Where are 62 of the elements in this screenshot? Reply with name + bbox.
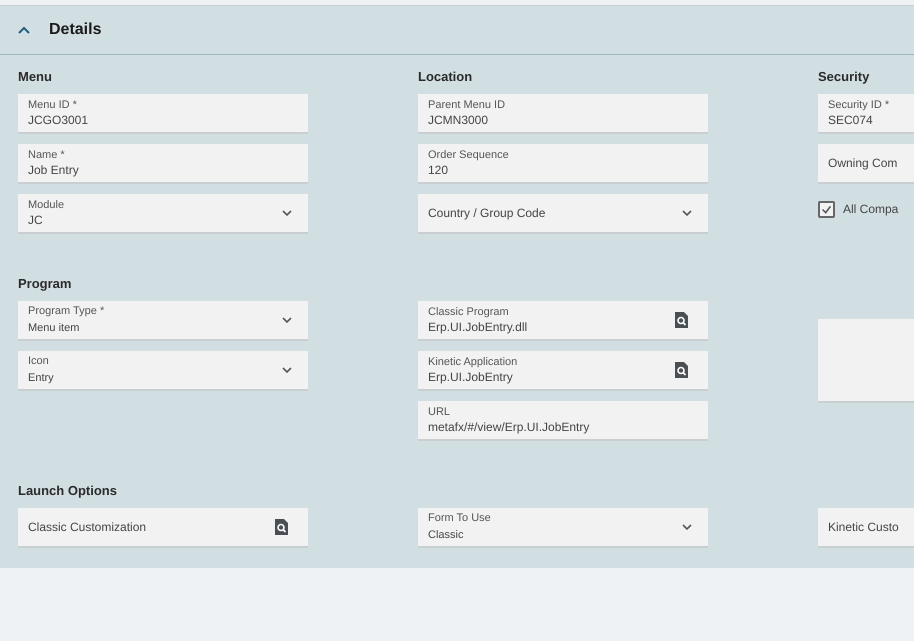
section-heading: Security (818, 68, 870, 84)
field-value: JC (28, 212, 44, 228)
text-field[interactable]: Order Sequence 120 (418, 144, 708, 184)
section-heading: Menu (18, 68, 52, 84)
field-label: Security ID * (828, 98, 890, 112)
field-label: Program Type * (28, 304, 106, 318)
dropdown-field[interactable]: Module JC (18, 194, 308, 234)
lookup-field[interactable]: Classic Customization (18, 508, 308, 548)
field-label: Kinetic Application (428, 354, 518, 368)
field-value: 120 (428, 162, 450, 178)
field-label: Icon (28, 354, 50, 368)
text-field[interactable]: Name * Job Entry (18, 144, 308, 184)
field-value: Erp.UI.JobEntry.dll (428, 318, 528, 336)
text-field[interactable]: Owning Com (818, 144, 914, 184)
document-search-icon (274, 519, 288, 535)
chevron-down-icon (682, 524, 692, 530)
section-heading: Location (418, 68, 472, 84)
dropdown-field[interactable]: Program Type * Menu item (18, 301, 308, 341)
text-field[interactable]: Security ID * SEC074 (818, 94, 914, 134)
field-value: Entry (28, 370, 55, 386)
chevron-down-icon (282, 367, 292, 373)
section-heading: Program (18, 276, 72, 290)
field-label: Parent Menu ID (428, 98, 506, 112)
checkbox[interactable]: All Compa (818, 200, 914, 218)
chevron-up-icon (18, 26, 30, 34)
field-placeholder: Classic Customization (28, 520, 148, 534)
field-label: Classic Program (428, 304, 510, 318)
field-label: Module (28, 198, 66, 212)
lookup-field[interactable]: Classic Program Erp.UI.JobEntry.dll (418, 301, 708, 341)
field-label: Menu ID * (28, 98, 78, 112)
field-value: Classic (428, 528, 464, 542)
field-value: JCGO3001 (28, 112, 90, 128)
dropdown-field[interactable]: Country / Group Code (418, 194, 708, 234)
dropdown-field[interactable]: Icon Entry (18, 351, 308, 391)
field-value: SEC074 (828, 112, 874, 128)
field-placeholder: Owning Com (828, 156, 898, 170)
text-field[interactable]: Kinetic Custo (818, 508, 914, 548)
chevron-down-icon (282, 317, 292, 323)
field-value: Job Entry (28, 162, 80, 178)
text-field[interactable]: Menu ID * JCGO3001 (18, 94, 308, 134)
checkmark-icon (821, 204, 832, 214)
panel-title: Details (49, 21, 102, 39)
field-label: URL (428, 404, 452, 418)
field-value: JCMN3000 (428, 112, 490, 128)
section-heading: Launch Options (18, 482, 117, 498)
field-label: Form To Use (428, 510, 492, 524)
document-search-icon (674, 362, 688, 378)
text-field[interactable]: Parent Menu ID JCMN3000 (418, 94, 708, 134)
field-label: Name * (28, 148, 66, 162)
field-value: metafx/#/view/Erp.UI.JobEntry (428, 418, 590, 436)
field-label: Order Sequence (428, 148, 510, 162)
chevron-down-icon (282, 210, 292, 216)
field-value: Menu item (28, 320, 80, 336)
lookup-field[interactable]: Kinetic Application Erp.UI.JobEntry (418, 351, 708, 391)
field-placeholder: Country / Group Code (428, 206, 546, 220)
text-field[interactable]: URL metafx/#/view/Erp.UI.JobEntry (418, 401, 708, 441)
field-value: Erp.UI.JobEntry (428, 368, 514, 386)
dropdown-field[interactable]: Form To Use Classic (418, 508, 708, 548)
field-placeholder: Kinetic Custo (828, 520, 900, 534)
document-search-icon (674, 312, 688, 328)
chevron-down-icon (682, 210, 692, 216)
collapse-button[interactable] (16, 24, 32, 36)
